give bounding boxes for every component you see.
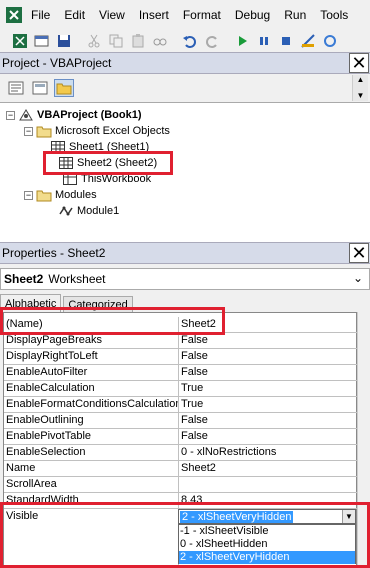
property-name: DisplayPageBreaks [6, 334, 102, 346]
property-name: DisplayRightToLeft [6, 350, 98, 362]
view-object-icon[interactable] [30, 79, 50, 97]
folder-open-icon [36, 124, 52, 138]
property-value[interactable]: True [178, 397, 357, 413]
property-name: EnableCalculation [6, 382, 95, 394]
table-row[interactable]: Name Sheet2 [4, 461, 358, 477]
menu-file[interactable]: File [28, 4, 57, 26]
project-scrollbar[interactable]: ▲ ▼ [352, 75, 368, 101]
property-value[interactable]: True [178, 381, 357, 397]
project-panel-header: Project - VBAProject ✕ [0, 52, 370, 74]
menu-debug[interactable]: Debug [228, 4, 277, 26]
table-row[interactable]: EnablePivotTable False [4, 429, 358, 445]
table-row[interactable]: ScrollArea [4, 477, 358, 493]
find-icon[interactable] [150, 32, 170, 50]
property-value[interactable]: False [178, 365, 357, 381]
design-mode-icon[interactable] [298, 32, 318, 50]
sheet2-highlight-box [43, 151, 173, 175]
property-value[interactable]: Sheet2 [178, 461, 357, 477]
menu-edit[interactable]: Edit [57, 4, 92, 26]
menu-run[interactable]: Run [277, 4, 313, 26]
property-name: EnableSelection [6, 446, 86, 458]
tree-item-vbaproject[interactable]: − VBAProject (Book1) [6, 107, 142, 123]
view-excel-icon[interactable] [10, 32, 30, 50]
collapse-icon[interactable]: − [6, 110, 15, 120]
property-name: EnableAutoFilter [6, 366, 88, 378]
project-panel-close-icon[interactable]: ✕ [349, 53, 369, 73]
project-toolbar: ▲ ▼ [0, 75, 370, 101]
vba-project-icon [18, 108, 34, 122]
property-value[interactable]: False [178, 349, 357, 365]
property-name: ScrollArea [6, 478, 57, 490]
chevron-down-icon[interactable]: ⌄ [353, 271, 363, 285]
name-row-highlight-box [0, 307, 225, 335]
property-value[interactable] [178, 477, 357, 493]
properties-panel-header: Properties - Sheet2 ✕ [0, 242, 370, 264]
menu-view[interactable]: View [92, 4, 132, 26]
insert-module-icon[interactable] [32, 32, 52, 50]
table-row[interactable]: EnableAutoFilter False [4, 365, 358, 381]
collapse-icon[interactable]: − [24, 126, 33, 136]
property-name: EnableFormatConditionsCalculation [6, 398, 178, 410]
table-row[interactable]: EnableFormatConditionsCalculation True [4, 397, 358, 413]
property-name: Name [6, 462, 36, 474]
folder-open-icon [36, 188, 52, 202]
project-panel-title: Project - VBAProject [2, 56, 112, 70]
tree-label: Microsoft Excel Objects [55, 125, 170, 137]
property-value[interactable]: False [178, 413, 357, 429]
table-row[interactable]: DisplayRightToLeft False [4, 349, 358, 365]
properties-panel-close-icon[interactable]: ✕ [349, 243, 369, 263]
table-row[interactable]: DisplayPageBreaks False [4, 333, 358, 349]
tree-label: Modules [55, 189, 97, 201]
properties-panel-title: Properties - Sheet2 [2, 246, 106, 260]
tree-item-modules[interactable]: − Modules [24, 187, 97, 203]
property-value[interactable]: False [178, 333, 357, 349]
object-selector[interactable]: Sheet2 Worksheet ⌄ [0, 268, 370, 290]
paste-icon[interactable] [128, 32, 148, 50]
undo-icon[interactable] [180, 32, 200, 50]
reset-icon[interactable] [276, 32, 296, 50]
tree-label: VBAProject (Book1) [37, 109, 142, 121]
excel-app-icon[interactable] [0, 1, 28, 29]
property-name: EnableOutlining [6, 414, 84, 426]
tree-item-module1[interactable]: Module1 [58, 203, 119, 219]
property-name: EnablePivotTable [6, 430, 92, 442]
collapse-icon[interactable]: − [24, 190, 33, 200]
table-row[interactable]: EnableOutlining False [4, 413, 358, 429]
cut-icon[interactable] [84, 32, 104, 50]
property-value[interactable]: 0 - xlNoRestrictions [178, 445, 357, 461]
menu-bar: File Edit View Insert Format Debug Run T… [0, 0, 370, 30]
menu-tools[interactable]: Tools [313, 4, 355, 26]
break-icon[interactable] [254, 32, 274, 50]
module-icon [58, 204, 74, 218]
tree-label: Module1 [77, 205, 120, 217]
visible-row-highlight-box [0, 502, 370, 568]
redo-icon[interactable] [202, 32, 222, 50]
toggle-folders-icon[interactable] [54, 79, 74, 97]
scroll-down-icon[interactable]: ▼ [357, 91, 365, 101]
view-code-icon[interactable] [6, 79, 26, 97]
menu-format[interactable]: Format [176, 4, 228, 26]
menu-insert[interactable]: Insert [132, 4, 176, 26]
scroll-up-icon[interactable]: ▲ [357, 75, 365, 85]
standard-toolbar [0, 30, 370, 52]
project-explorer-icon[interactable] [320, 32, 340, 50]
save-icon[interactable] [54, 32, 74, 50]
object-name: Sheet2 [4, 272, 44, 286]
run-icon[interactable] [232, 32, 252, 50]
copy-icon[interactable] [106, 32, 126, 50]
object-type: Worksheet [48, 272, 106, 286]
table-row[interactable]: EnableCalculation True [4, 381, 358, 397]
tree-item-excel-objects[interactable]: − Microsoft Excel Objects [24, 123, 170, 139]
property-value[interactable]: False [178, 429, 357, 445]
table-row[interactable]: EnableSelection 0 - xlNoRestrictions [4, 445, 358, 461]
